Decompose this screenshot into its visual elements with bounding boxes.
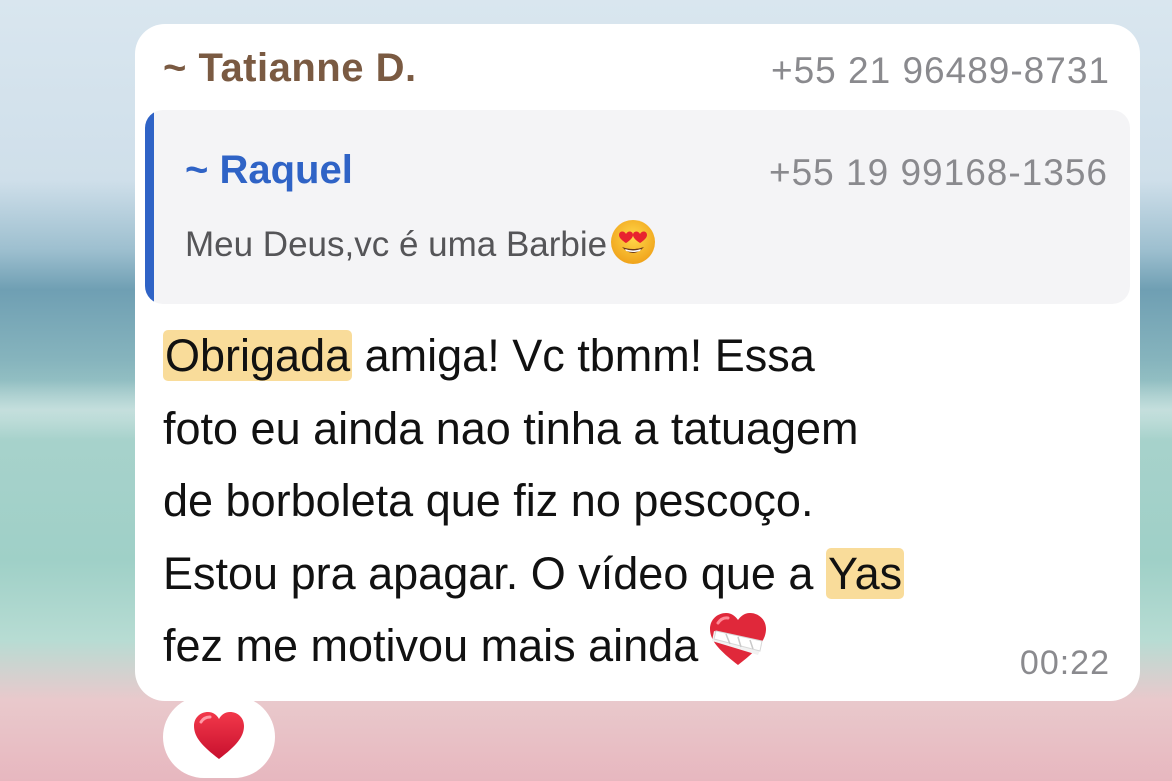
sender-phone: +55 21 96489-8731 (771, 50, 1110, 91)
message-line-3: de borboleta que fiz no pescoço. (163, 475, 814, 526)
message-line-1: Obrigada amiga! Vc tbmm! Essa (163, 320, 1123, 393)
search-highlight: Yas (825, 547, 905, 599)
sender-name[interactable]: ~ Tatianne D. (163, 46, 417, 91)
quoted-sender-name: ~ Raquel (185, 148, 353, 192)
quoted-text-content: Meu Deus,vc é uma Barbie (185, 225, 608, 264)
quote-accent-bar (145, 110, 154, 304)
red-heart-emoji-icon (192, 710, 246, 762)
message-line-1-rest: amiga! Vc tbmm! Essa (352, 330, 815, 381)
message-line-4: Estou pra apagar. O vídeo que a Yas (163, 538, 1123, 611)
message-bubble[interactable]: ~ Tatianne D. +55 21 96489-8731 ~ Raquel… (135, 24, 1140, 701)
quoted-text: Meu Deus,vc é uma Barbie (185, 218, 657, 266)
message-line-4-pre: Estou pra apagar. O vídeo que a (163, 547, 826, 599)
reaction-pill[interactable] (163, 696, 275, 778)
message-text[interactable]: Obrigada amiga! Vc tbmm! Essa foto eu ai… (163, 320, 1123, 683)
quoted-reply[interactable]: ~ Raquel +55 19 99168-1356 Meu Deus,vc é… (145, 110, 1130, 304)
heart-eyes-emoji-icon (609, 218, 657, 266)
message-line-5-text: fez me motivou mais ainda (163, 620, 699, 671)
search-highlight: Obrigada (163, 330, 353, 381)
message-line-2: foto eu ainda nao tinha a tatuagem (163, 402, 859, 454)
quoted-sender-phone: +55 19 99168-1356 (769, 152, 1108, 193)
mending-heart-emoji-icon (708, 611, 768, 669)
message-line-5: fez me motivou mais ainda (163, 610, 1123, 683)
message-timestamp: 00:22 (1019, 644, 1110, 682)
